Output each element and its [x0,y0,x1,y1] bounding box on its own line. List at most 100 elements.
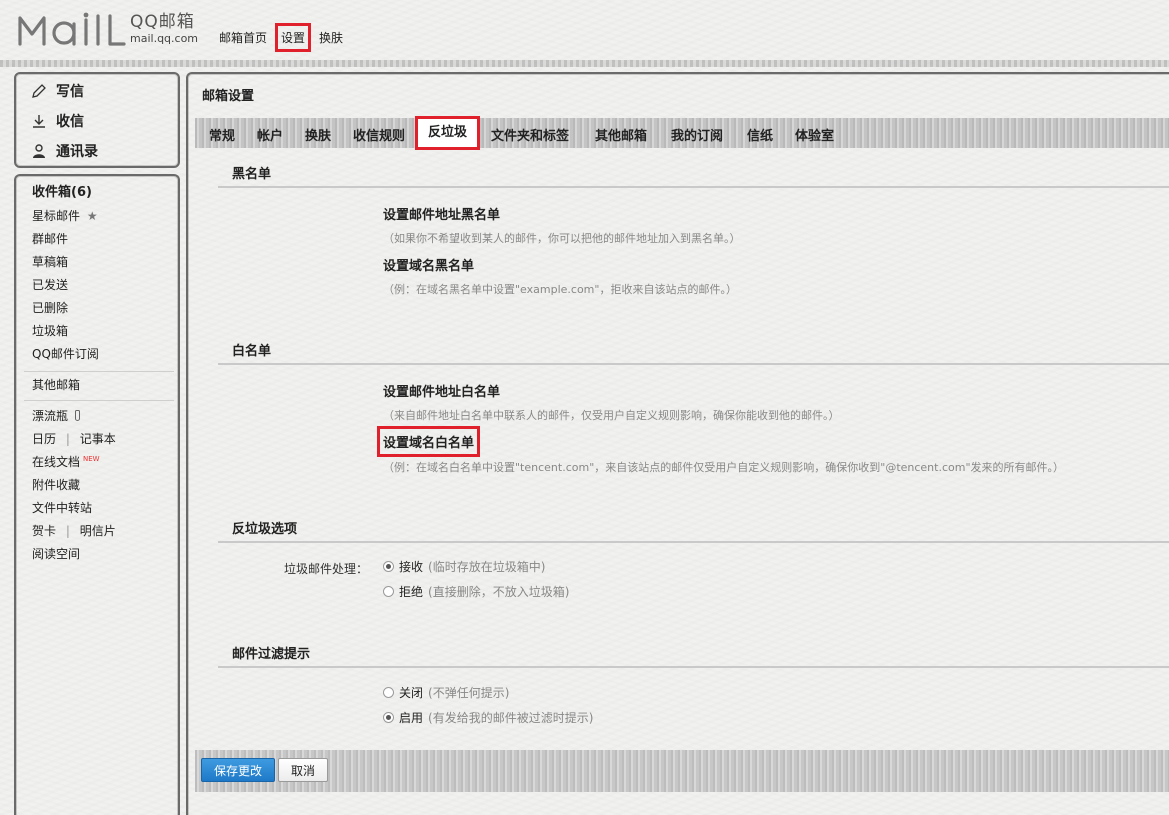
star-icon: ★ [86,209,98,223]
folder-divider [24,371,174,372]
tab-antispam[interactable]: 反垃圾 [414,116,481,150]
filter-hint-off-radio[interactable]: 关闭 (不弹任何提示) [383,684,509,701]
folder-spam[interactable]: 垃圾箱 [32,323,68,339]
folder-docs[interactable]: 在线文档 NEW [32,454,100,470]
folder-divider [24,400,174,401]
nav-home-link[interactable]: 邮箱首页 [219,29,267,46]
folder-calendar[interactable]: 日历 [32,432,56,446]
folder-inbox[interactable]: 收件箱(6) [32,185,92,201]
tab-general[interactable]: 常规 [209,125,235,144]
section-divider [218,186,1169,188]
folder-subscription[interactable]: QQ邮件订阅 [32,346,99,362]
spam-accept-hint: (临时存放在垃圾箱中) [428,560,546,574]
filter-hint-heading: 邮件过滤提示 [232,647,311,662]
page-title: 邮箱设置 [202,89,255,104]
cancel-button[interactable]: 取消 [278,758,328,782]
folder-sent[interactable]: 已发送 [32,277,68,293]
receive-button[interactable]: 收信 [30,110,84,132]
logo-text: QQ邮箱 mail.qq.com [130,12,198,46]
radio-checked[interactable] [383,561,394,572]
folder-cards[interactable]: 贺卡 [32,524,56,538]
contact-icon [30,142,48,160]
tab-stationery[interactable]: 信纸 [747,125,773,144]
pencil-icon [30,82,48,100]
filter-hint-on-hint: (有发给我的邮件被过滤时提示) [428,711,594,725]
folder-docs-label: 在线文档 [32,455,81,469]
filter-hint-off-hint: (不弹任何提示) [428,686,510,700]
folder-separator: | [65,432,70,446]
blacklist-domain-link[interactable]: 设置域名黑名单 [383,255,474,274]
settings-tabs: 常规 帐户 换肤 收信规则 反垃圾 文件夹和标签 其他邮箱 我的订阅 信纸 体验… [195,116,1169,150]
folder-cards-row: 贺卡 | 明信片 [32,523,116,539]
folder-starred-label: 星标邮件 [32,209,81,223]
folder-group[interactable]: 群邮件 [32,231,68,247]
contacts-label: 通讯录 [56,144,98,160]
spam-accept-label: 接收 [399,560,424,574]
section-divider [218,541,1169,543]
whitelist-address-desc: （来自邮件地址白名单中联系人的邮件，仅受用户自定义规则影响，确保你能收到他的邮件… [383,409,840,422]
settings-panel: 邮箱设置 常规 帐户 换肤 收信规则 反垃圾 文件夹和标签 其他邮箱 我的订阅 … [186,72,1169,815]
filter-hint-on-radio[interactable]: 启用 (有发给我的邮件被过滤时提示) [383,709,593,726]
blacklist-address-desc: （如果你不希望收到某人的邮件，你可以把他的邮件地址加入到黑名单。） [383,232,741,245]
top-bar: QQ邮箱 mail.qq.com 邮箱首页 设置 换肤 [0,0,1169,67]
tab-lab[interactable]: 体验室 [795,125,834,144]
spam-handling-label: 垃圾邮件处理： [284,562,369,576]
tab-other-mailbox[interactable]: 其他邮箱 [595,125,647,144]
save-button[interactable]: 保存更改 [201,758,275,782]
folder-separator: | [65,524,70,538]
antispam-heading: 反垃圾选项 [232,522,298,537]
tab-folders-labels[interactable]: 文件夹和标签 [491,125,569,144]
whitelist-address-link[interactable]: 设置邮件地址白名单 [383,381,500,400]
spam-reject-label: 拒绝 [399,585,424,599]
folder-calendar-row: 日历 | 记事本 [32,431,116,447]
whitelist-heading: 白名单 [232,344,272,359]
download-icon [30,112,48,130]
radio-unchecked[interactable] [383,586,394,597]
folder-bottle[interactable]: 漂流瓶 [32,408,80,424]
action-bar: 保存更改 取消 [195,750,1169,792]
compose-label: 写信 [56,84,84,100]
folder-drafts[interactable]: 草稿箱 [32,254,68,270]
filter-hint-off-label: 关闭 [399,686,424,700]
folder-starred[interactable]: 星标邮件 ★ [32,208,98,224]
compose-button[interactable]: 写信 [30,80,84,102]
section-divider [218,666,1169,668]
whitelist-domain-desc: （例：在域名白名单中设置"tencent.com"，来自该站点的邮件仅受用户自定… [383,461,1065,474]
receive-label: 收信 [56,114,84,130]
folder-bottle-label: 漂流瓶 [32,409,69,423]
tab-account[interactable]: 帐户 [257,125,283,144]
whitelist-domain-link[interactable]: 设置域名白名单 [376,426,481,457]
mail-logo-icon [18,12,126,46]
filter-hint-on-label: 启用 [399,711,424,725]
new-badge: NEW [83,455,100,463]
section-divider [218,363,1169,365]
folder-other-mailbox[interactable]: 其他邮箱 [32,377,80,393]
spam-reject-hint: (直接删除，不放入垃圾箱) [428,585,570,599]
folder-file-transfer[interactable]: 文件中转站 [32,500,92,516]
logo-name: QQ邮箱 [130,12,195,32]
logo-url: mail.qq.com [130,32,199,45]
radio-checked[interactable] [383,712,394,723]
quick-actions-panel: 写信 收信 通讯录 [14,72,180,168]
folder-attachments[interactable]: 附件收藏 [32,477,80,493]
spam-reject-radio[interactable]: 拒绝 (直接删除，不放入垃圾箱) [383,583,569,600]
folder-postcards[interactable]: 明信片 [80,524,116,538]
tab-subscriptions[interactable]: 我的订阅 [671,125,723,144]
folder-reading[interactable]: 阅读空间 [32,546,80,562]
blacklist-address-link[interactable]: 设置邮件地址黑名单 [383,204,500,223]
nav-skin-link[interactable]: 换肤 [319,29,343,46]
mail-logo[interactable] [16,10,128,50]
tab-skin[interactable]: 换肤 [305,125,331,144]
folder-deleted[interactable]: 已删除 [32,300,68,316]
top-divider [0,60,1169,67]
contacts-button[interactable]: 通讯录 [30,140,98,162]
folder-notes[interactable]: 记事本 [80,432,116,446]
folder-list: 收件箱(6) 星标邮件 ★ 群邮件 草稿箱 已发送 已删除 垃圾箱 QQ邮件订阅… [14,174,180,815]
spam-accept-radio[interactable]: 接收 (临时存放在垃圾箱中) [383,558,545,575]
tab-receive-rules[interactable]: 收信规则 [353,125,405,144]
radio-unchecked[interactable] [383,687,394,698]
bottle-icon [74,410,80,421]
blacklist-domain-desc: （例：在域名黑名单中设置"example.com"，拒收来自该站点的邮件。） [383,283,737,296]
blacklist-heading: 黑名单 [232,167,272,182]
nav-settings-link[interactable]: 设置 [274,23,312,52]
